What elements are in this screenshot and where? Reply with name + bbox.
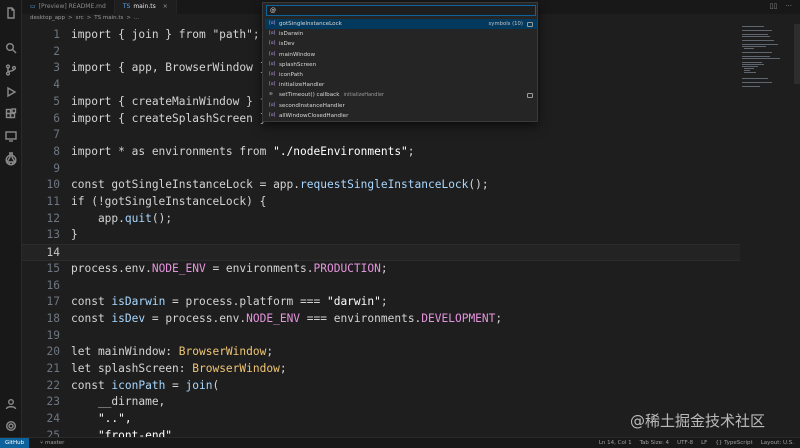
more-actions-icon[interactable]: ··· (785, 2, 792, 10)
account-icon[interactable] (3, 396, 19, 412)
extensions-icon[interactable] (3, 106, 19, 122)
symbol-item[interactable]: [ɑ] initializeHandler (265, 80, 537, 90)
minimap[interactable] (742, 24, 792, 104)
symbol-item[interactable]: [ɑ] isDarwin (265, 29, 537, 39)
typescript-file-icon: TS (122, 3, 131, 10)
code-line: 11 if (!gotSingleInstanceLock) { (46, 195, 267, 208)
preview-icon: ▭ (30, 3, 36, 10)
split-icon[interactable] (527, 21, 533, 27)
breadcrumb-src[interactable]: src (76, 15, 84, 24)
code-line: 7 (53, 128, 60, 142)
breadcrumb-symbol[interactable]: ... (134, 15, 139, 24)
files-icon[interactable] (3, 5, 19, 21)
code-line: 22 const iconPath = join( (46, 378, 220, 392)
variable-icon: [ɑ] (269, 112, 276, 118)
tab-size[interactable]: Tab Size: 4 (640, 438, 669, 448)
split-icon[interactable] (527, 92, 533, 98)
symbol-item[interactable]: [ɑ] allWindowClosedHandler (265, 111, 537, 121)
symbol-item[interactable]: [ɑ] gotSingleInstanceLock symbols (10) (265, 19, 537, 30)
variable-icon: [ɑ] (269, 72, 276, 77)
code-line: 8 import * as environments from "./nodeEn… (53, 144, 415, 158)
remote-indicator[interactable]: GitHub (0, 438, 30, 448)
variable-icon: [ɑ] (269, 82, 276, 88)
variable-icon: [ɑ] (269, 21, 276, 26)
code-line: 13} (46, 228, 78, 242)
tab-main-ts[interactable]: TS main.ts × (114, 0, 177, 14)
breadcrumb-folder[interactable]: desktop_app (30, 15, 65, 24)
symbols-count: symbols (10) (488, 21, 523, 27)
code-line: 18 const isDev = process.env.NODE_ENV ===… (46, 311, 503, 325)
quick-pick-input[interactable]: @ (266, 5, 536, 16)
symbol-item[interactable]: [ɑ] mainWindow (265, 50, 537, 60)
symbol-item[interactable]: [ɑ] splashScreen (265, 60, 537, 70)
breadcrumb-file[interactable]: TS main.ts (94, 15, 123, 24)
tab-actions: ▯▯ ··· (770, 2, 792, 10)
variable-icon: [ɑ] (269, 61, 276, 67)
language-mode[interactable]: {} TypeScript (715, 438, 752, 448)
symbol-item[interactable]: [ɑ] secondInstanceHandler (265, 101, 537, 111)
code-line: 16 (46, 278, 60, 292)
code-line: 20 let mainWindow: BrowserWindow; (46, 345, 274, 359)
branch-indicator[interactable]: ⑂ master (40, 438, 64, 448)
scrollbar-thumb[interactable] (794, 24, 800, 84)
symbol-item[interactable]: ⊕ setTimeout() callback initializeHandle… (265, 90, 537, 100)
code-line: 12 app.quit(); (46, 211, 173, 225)
symbol-item[interactable]: [ɑ] iconPath (265, 70, 537, 80)
go-to-symbol-quick-pick: @ [ɑ] gotSingleInstanceLock symbols (10)… (262, 2, 538, 122)
status-bar: GitHub ⑂ master Ln 14, Col 1 Tab Size: 4… (0, 437, 800, 448)
keyboard-layout[interactable]: Layout: U.S. (761, 438, 794, 448)
code-line: 9 (53, 161, 60, 175)
split-editor-icon[interactable]: ▯▯ (770, 2, 778, 10)
code-line: 15 process.env.NODE_ENV = environments.PR… (46, 261, 388, 275)
search-icon[interactable] (3, 40, 19, 56)
symbol-item[interactable]: [ɑ] isDev (265, 39, 537, 49)
current-line: 14 (22, 244, 740, 261)
breadcrumb: desktop_app > src > TS main.ts > ... (30, 15, 139, 24)
code-line: 19 (46, 328, 60, 342)
watermark: @稀土掘金技术社区 (630, 412, 766, 430)
code-line: 23 __dirname, (46, 395, 166, 409)
activity-bar (0, 0, 22, 448)
run-debug-icon[interactable] (3, 84, 19, 100)
code-line: 10 const gotSingleInstanceLock = app.requ… (46, 178, 489, 192)
variable-icon: [ɑ] (269, 31, 276, 37)
tab-readme-preview[interactable]: ▭ [Preview] README.md (22, 0, 115, 14)
code-line: 17 const isDarwin = process.platform === … (46, 295, 388, 309)
cursor-position[interactable]: Ln 14, Col 1 (599, 438, 632, 448)
settings-gear-icon[interactable] (3, 418, 19, 434)
code-line: 21 let splashScreen: BrowserWindow; (46, 362, 287, 375)
close-icon[interactable]: × (163, 0, 168, 14)
variable-icon: [ɑ] (269, 41, 276, 47)
variable-icon: [ɑ] (269, 51, 276, 57)
end-of-line[interactable]: LF (701, 438, 707, 448)
variable-icon: [ɑ] (269, 102, 276, 108)
source-control-icon[interactable] (3, 62, 19, 78)
github-icon[interactable] (3, 152, 19, 168)
function-icon: ⊕ (269, 92, 273, 98)
remote-explorer-icon[interactable] (3, 128, 19, 144)
encoding[interactable]: UTF-8 (677, 438, 693, 448)
